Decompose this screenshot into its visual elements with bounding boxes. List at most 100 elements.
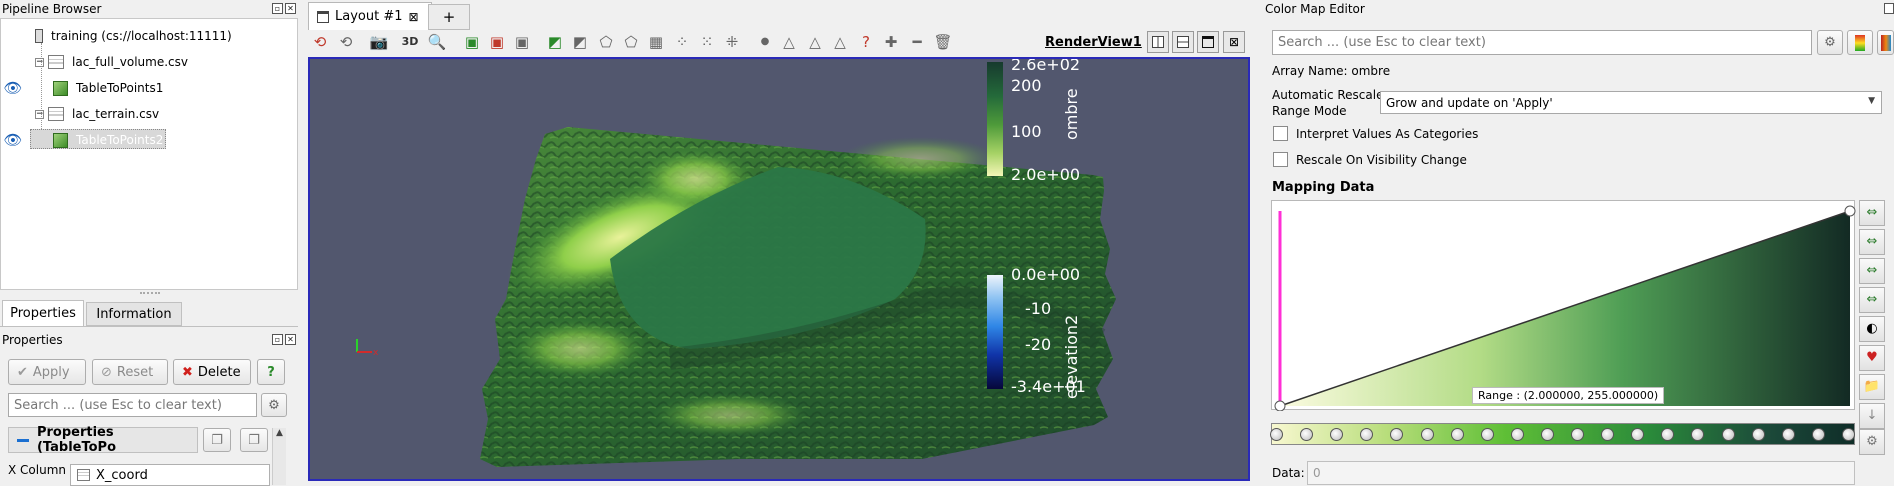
color-control-point[interactable] (1571, 428, 1585, 441)
rescale-visibility-checkbox[interactable]: Rescale On Visibility Change (1273, 152, 1467, 167)
interactive-select-cells-icon[interactable]: ⁘ (672, 32, 692, 52)
color-control-point[interactable] (1360, 428, 1374, 441)
close-icon[interactable]: ✕ (285, 3, 296, 14)
colormap-gear-button[interactable]: ⚙ (1817, 30, 1843, 55)
save-preset-button[interactable]: 📁 (1859, 374, 1885, 400)
close-tab-icon[interactable]: ⊠ (409, 10, 419, 24)
color-control-point[interactable] (1510, 428, 1524, 441)
collapse-icon[interactable] (17, 438, 29, 442)
checkbox-box[interactable] (1273, 152, 1288, 167)
copy-button[interactable]: ❐ (203, 428, 231, 452)
color-control-point[interactable] (1781, 428, 1795, 441)
render-view[interactable]: x 2.6e+02 200 100 2.0e+00 ombre 0.0e+00 … (308, 57, 1250, 481)
view-name-label[interactable]: RenderView1 (1045, 35, 1142, 50)
opacity-function-editor[interactable]: Range : (2.000000, 255.000000) (1271, 200, 1856, 412)
color-control-point[interactable] (1661, 428, 1675, 441)
help-button[interactable]: ? (257, 359, 285, 385)
choose-preset-button[interactable] (1877, 30, 1894, 55)
color-control-point[interactable] (1691, 428, 1705, 441)
color-control-point[interactable] (1450, 428, 1464, 441)
maximize-icon[interactable] (1197, 31, 1219, 53)
split-horizontal-icon[interactable] (1147, 31, 1169, 53)
data-value-input[interactable]: 0 (1307, 461, 1855, 485)
select-points-on-icon[interactable]: ▣ (487, 32, 507, 52)
rescale-to-data-range-button[interactable]: ⇔ (1859, 200, 1885, 226)
add-layout-tab-button[interactable]: + (428, 4, 470, 30)
properties-scrollbar[interactable]: ▲ (272, 428, 286, 485)
edit-selection-icon[interactable]: ? (856, 32, 876, 52)
select-polygon-points-icon[interactable]: ⬠ (621, 32, 641, 52)
hover-cells-icon[interactable]: ● (755, 32, 775, 52)
color-control-point[interactable] (1390, 428, 1404, 441)
choose-preset-heart-button[interactable]: ♥ (1859, 345, 1885, 371)
checkbox-box[interactable] (1273, 126, 1288, 141)
color-control-point[interactable] (1420, 428, 1434, 441)
opacity-control-point[interactable] (1274, 400, 1286, 412)
pipeline-item-table-to-points2[interactable]: 👁 TableToPoints2 (1, 129, 166, 151)
opacity-control-point[interactable] (1844, 205, 1856, 217)
advanced-gear-button[interactable]: ⚙ (261, 393, 287, 417)
shrink-selection-icon[interactable]: △ (805, 32, 825, 52)
color-control-point[interactable] (1480, 428, 1494, 441)
apply-button[interactable]: ✔ Apply (8, 359, 86, 385)
scroll-up-icon[interactable]: ▲ (273, 428, 286, 438)
zoom-to-box-icon[interactable]: 🔍 (427, 32, 447, 52)
paste-button[interactable]: ❐ (240, 428, 268, 452)
interactive-label-icon[interactable]: △ (830, 32, 850, 52)
color-control-point[interactable] (1631, 428, 1645, 441)
pipeline-item-full-volume[interactable]: − lac_full_volume.csv (35, 51, 188, 73)
reset-button[interactable]: ⊘ Reset (92, 359, 168, 385)
grow-selection-icon[interactable]: △ (779, 32, 799, 52)
properties-section-header[interactable]: Properties (TableToPo (8, 425, 198, 455)
select-points-through-icon[interactable]: ◩ (570, 32, 590, 52)
rescale-button[interactable] (1847, 30, 1873, 55)
interpret-categories-checkbox[interactable]: Interpret Values As Categories (1273, 126, 1478, 141)
reset-closest-icon[interactable]: ⟲ (336, 32, 356, 52)
tab-properties[interactable]: Properties (2, 300, 84, 326)
rescale-temporal-range-button[interactable]: ⇔ (1859, 258, 1885, 284)
select-blocks-icon[interactable]: ▦ (646, 32, 666, 52)
select-polygon-icon[interactable]: ⬠ (596, 32, 616, 52)
eye-visible-icon[interactable]: 👁 (3, 79, 23, 97)
color-control-point[interactable] (1811, 428, 1825, 441)
select-cells-through-icon[interactable]: ◩ (545, 32, 565, 52)
x-column-select[interactable]: X_coord (70, 464, 270, 486)
pipeline-item-server[interactable]: training (cs://localhost:11111) (35, 25, 232, 47)
clear-selection-icon[interactable]: 🗑 (933, 32, 953, 52)
pipeline-item-table-to-points1[interactable]: 👁 TableToPoints1 (1, 77, 163, 99)
interactive-select-points-icon[interactable]: ⁙ (697, 32, 717, 52)
hover-points-icon[interactable]: ⁜ (722, 32, 742, 52)
float-icon[interactable]: ▫ (272, 3, 283, 14)
colormap-search-input[interactable]: Search ... (use Esc to clear text) (1272, 30, 1812, 55)
invert-transfer-button[interactable]: ◐ (1859, 316, 1885, 342)
tab-layout-1[interactable]: Layout #1 ⊠ (308, 2, 432, 30)
select-cells-on-icon[interactable]: ▣ (462, 32, 482, 52)
advanced-gear-button[interactable]: ⚙ (1859, 429, 1885, 455)
properties-search-input[interactable]: Search ... (use Esc to clear text) (8, 393, 257, 417)
tab-information[interactable]: Information (86, 302, 182, 326)
subtract-selection-icon[interactable]: ━ (907, 32, 927, 52)
pipeline-item-terrain[interactable]: − lac_terrain.csv (35, 103, 159, 125)
float-icon[interactable]: ▫ (272, 334, 283, 345)
color-control-point[interactable] (1601, 428, 1615, 441)
close-view-icon[interactable]: ⊠ (1223, 31, 1245, 53)
save-preset-disabled-button[interactable]: ↓ (1859, 403, 1885, 429)
color-control-point[interactable] (1270, 428, 1283, 441)
add-selection-icon[interactable]: ✚ (881, 32, 901, 52)
select-frustum-icon[interactable]: ▣ (512, 32, 532, 52)
color-control-point[interactable] (1721, 428, 1735, 441)
rescale-visible-range-button[interactable]: ⇔ (1859, 287, 1885, 313)
camera-capture-icon[interactable]: 📷 (369, 32, 389, 52)
color-control-point[interactable] (1330, 428, 1344, 441)
eye-visible-icon[interactable]: 👁 (3, 131, 23, 149)
ombre-colorbar[interactable] (987, 62, 1003, 176)
close-icon[interactable]: ✕ (285, 334, 296, 345)
splitter-handle[interactable] (140, 292, 160, 295)
color-transfer-bar[interactable] (1270, 423, 1855, 445)
collapse-icon[interactable]: − (35, 109, 44, 119)
float-icon[interactable] (1884, 3, 1894, 14)
rescale-mode-select[interactable]: Grow and update on 'Apply' ▼ (1380, 91, 1882, 114)
delete-button[interactable]: ✖ Delete (173, 359, 251, 385)
color-control-point[interactable] (1751, 428, 1765, 441)
color-control-point[interactable] (1842, 428, 1855, 441)
